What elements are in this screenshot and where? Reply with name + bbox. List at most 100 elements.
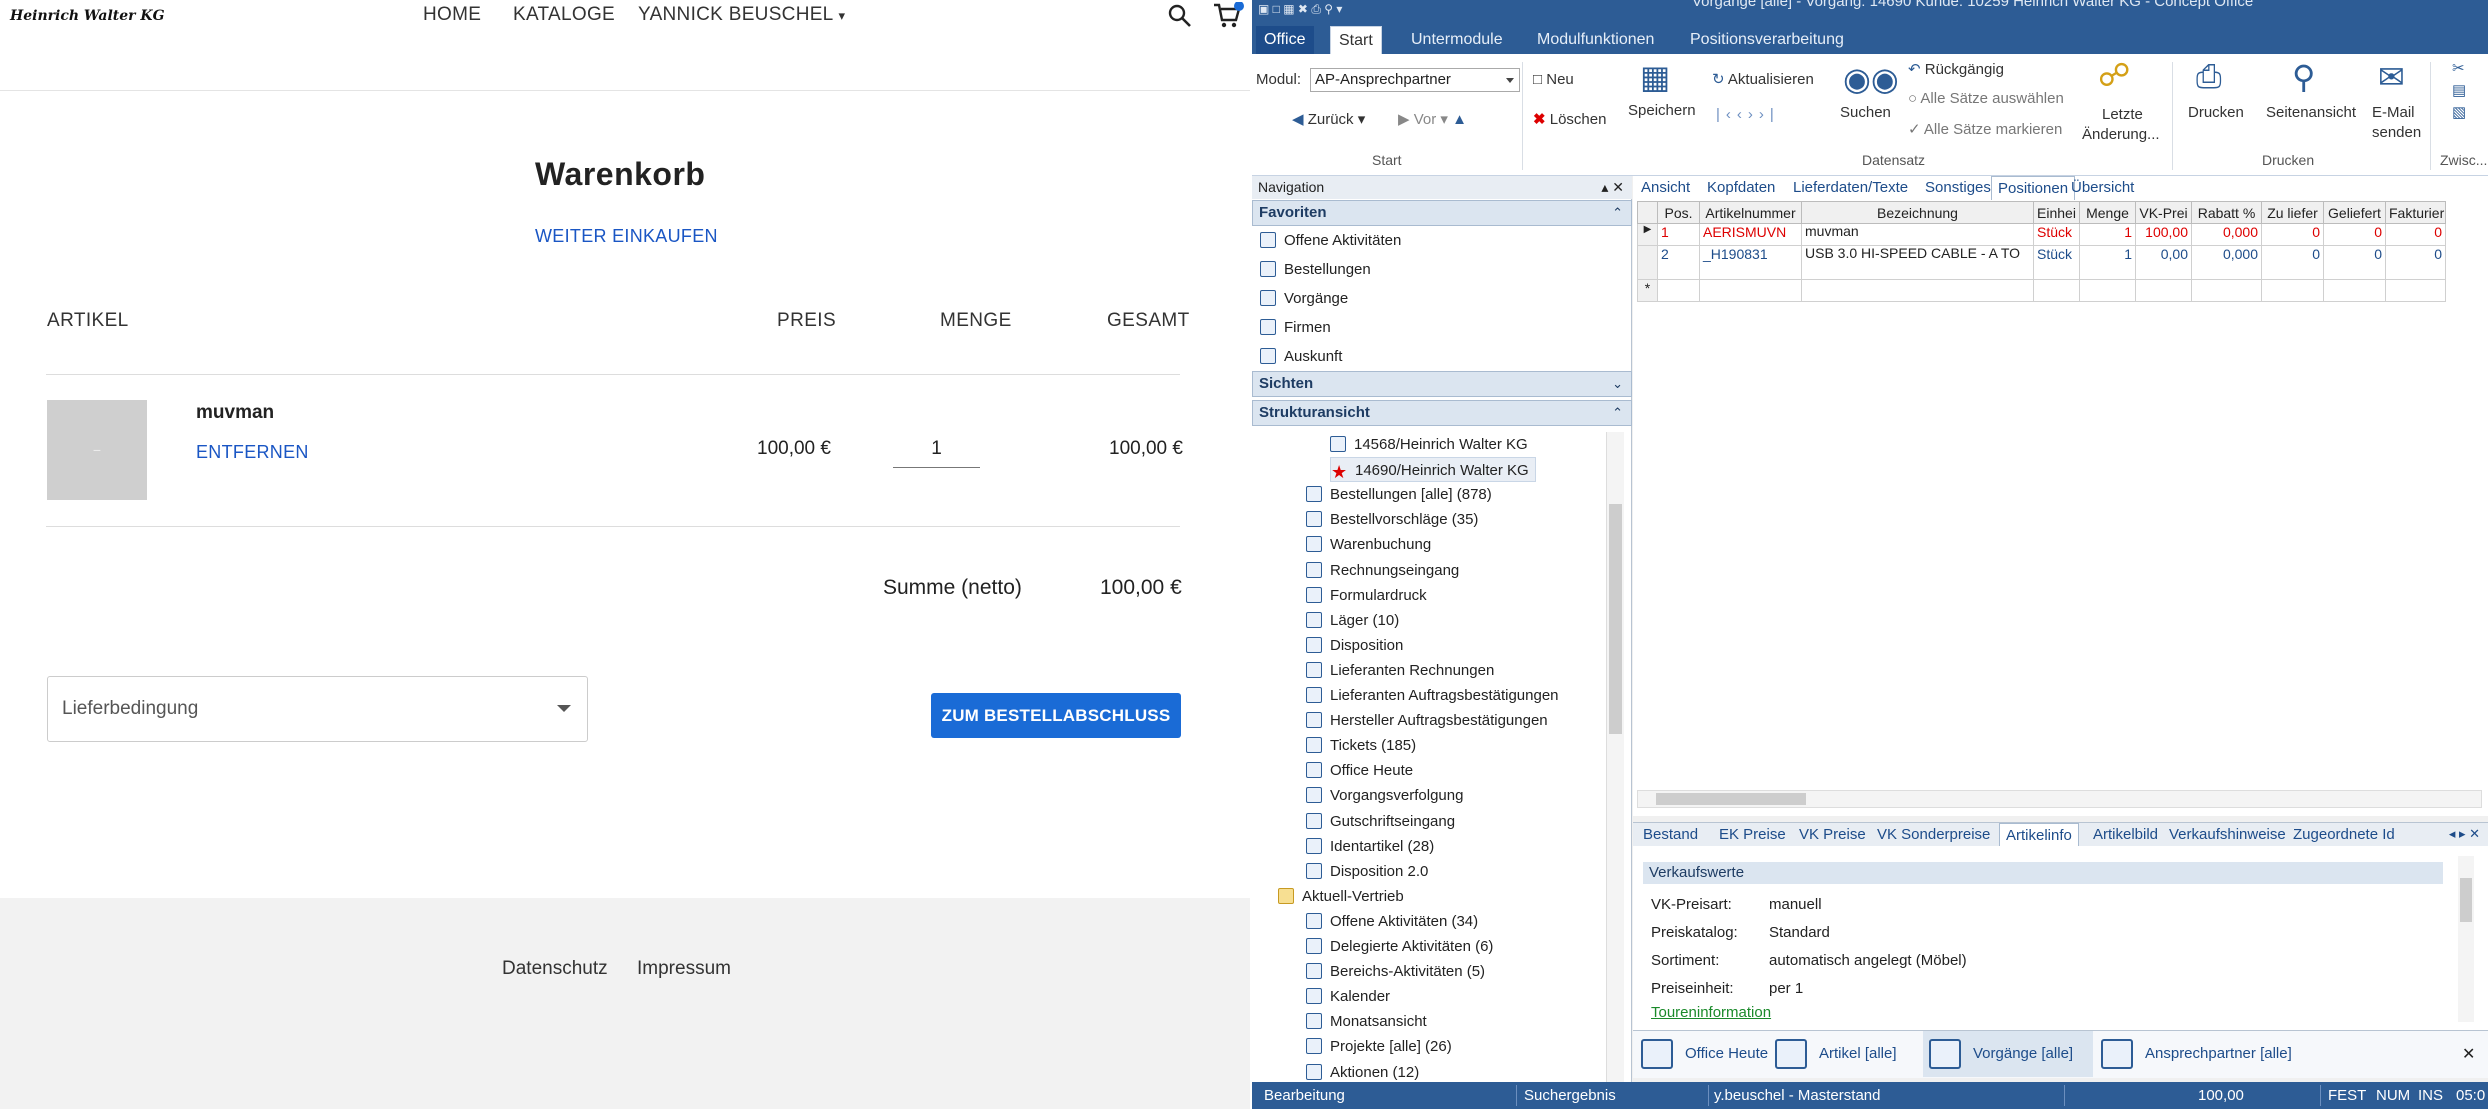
modul-select[interactable]: AP-Ansprechpartner [1310,68,1520,92]
grid-cell[interactable]: 0,000 [2191,223,2262,246]
nav-home[interactable]: HOME [423,4,481,26]
favorite-item[interactable]: Auskunft [1260,344,1342,369]
tab-untermodule[interactable]: Untermodule [1403,26,1511,54]
grid-cell[interactable]: 0 [2385,245,2446,280]
tree-item[interactable]: Rechnungseingang [1306,558,1459,583]
rueckgaengig-button[interactable]: ↶ Rückgängig [1908,60,2004,78]
pin-close-icon[interactable]: ▴ ✕ [1601,176,1624,199]
title-bar[interactable]: ▣ □ ▦ ✖ ⎙ ⚲ ▾ Vorgänge [alle] - Vorgang:… [1252,0,2488,22]
suchen-button[interactable]: Suchen [1840,104,1891,121]
product-thumbnail[interactable]: − [47,400,147,500]
grid-column-header[interactable]: Rabatt % [2191,201,2262,224]
info-tab-7[interactable]: Zugeordnete Id [2287,823,2401,847]
grid-cell[interactable]: 0,000 [2191,245,2262,280]
clipboard-icons[interactable]: ✂ ▤ ▧ [2452,58,2466,124]
grid-column-header[interactable]: Artikelnummer [1699,201,1802,224]
grid-column-header[interactable]: Fakturier [2385,201,2446,224]
grid-cell-empty[interactable] [2191,279,2262,302]
grid-cell[interactable]: muvman [1801,223,2034,246]
strukturansicht-section[interactable]: Strukturansicht ⌃ [1252,400,1632,426]
tree-item[interactable]: Hersteller Auftragsbestätigungen [1306,708,1548,733]
preview-icon[interactable]: ⚲ [2292,58,2315,96]
info-tab-2[interactable]: VK Preise [1793,823,1872,847]
drucken-button[interactable]: Drucken [2188,104,2244,121]
footer-privacy-link[interactable]: Datenschutz [502,958,608,980]
grid-cell-empty[interactable] [2323,279,2386,302]
delivery-condition-select[interactable]: Lieferbedingung [47,676,588,742]
grid-row[interactable]: ▶ 1 AERISMUVN muvman Stück 1 100,00 0,000 0 0 0 [1637,223,2446,246]
info-tab-1[interactable]: EK Preise [1713,823,1792,847]
tree-item[interactable]: ★ 14690/Heinrich Walter KG [1330,457,1536,483]
grid-cell[interactable]: _H190831 [1699,245,1802,280]
module-button-0[interactable]: Office Heute [1635,1031,1768,1077]
favorite-item[interactable]: Firmen [1260,315,1331,340]
grid-column-header[interactable]: Geliefert [2323,201,2386,224]
subtab-3[interactable]: Sonstiges [1919,176,1997,200]
alle-saetze-auswaehlen-button[interactable]: ○ Alle Sätze auswählen [1908,90,2064,107]
info-tab-3[interactable]: VK Sonderpreise [1871,823,1996,847]
subtab-4[interactable]: Positionen [1991,176,2076,200]
tree-item[interactable]: Offene Aktivitäten (34) [1306,909,1478,934]
binoculars-icon[interactable]: ◉◉ [1843,60,1899,98]
favoriten-section[interactable]: Favoriten ⌃ [1252,200,1632,226]
grid-cell-empty[interactable] [2033,279,2080,302]
grid-cell-empty[interactable] [2385,279,2446,302]
grid-cell[interactable]: 2 [1657,245,1700,280]
info-tab-0[interactable]: Bestand [1637,823,1704,847]
expand-icon[interactable]: ⌄ [1612,372,1623,396]
grid-column-header[interactable]: Bezeichnung [1801,201,2034,224]
tree-item[interactable]: Läger (10) [1306,608,1399,633]
quantity-input[interactable]: 1 [893,430,980,468]
module-button-3[interactable]: Ansprechpartner [alle] [2095,1031,2292,1077]
tree-item[interactable]: Disposition [1306,633,1403,658]
tree-item[interactable]: Warenbuchung [1306,532,1431,557]
subtab-2[interactable]: Lieferdaten/Texte [1787,176,1914,200]
scroll-thumb[interactable] [1609,504,1622,734]
grid-cell[interactable]: 0 [2261,223,2324,246]
grid-cell[interactable]: 0 [2323,223,2386,246]
email-1[interactable]: E-Mail [2372,104,2415,121]
grid-cell-empty[interactable] [2261,279,2324,302]
remove-item-link[interactable]: ENTFERNEN [196,442,309,463]
grid-column-header[interactable]: Zu liefer [2261,201,2324,224]
grid-cell[interactable]: 100,00 [2135,223,2192,246]
subtab-0[interactable]: Ansicht [1635,176,1696,200]
close-icon[interactable]: ✕ [2462,1044,2475,1064]
sichten-section[interactable]: Sichten ⌄ [1252,371,1632,397]
tree-item[interactable]: Kalender [1306,984,1390,1009]
row-selector[interactable]: ▶ [1637,223,1658,246]
tree-item[interactable]: Monatsansicht [1306,1009,1427,1034]
checkout-button[interactable]: ZUM BESTELLABSCHLUSS [931,693,1181,738]
tree-item[interactable]: Projekte [alle] (26) [1306,1034,1452,1059]
tree-item[interactable]: Delegierte Aktivitäten (6) [1306,934,1493,959]
collapse-icon[interactable]: ⌃ [1612,401,1623,425]
info-tab-5[interactable]: Artikelbild [2087,823,2164,847]
grid-cell[interactable]: 1 [1657,223,1700,246]
tab-office[interactable]: Office [1256,26,1314,54]
grid-cell-empty[interactable] [1657,279,1700,302]
vor-button[interactable]: ▶ Vor ▾ ▲ [1398,110,1467,128]
grid-column-header[interactable]: Menge [2079,201,2136,224]
printer-icon[interactable]: ⎙ [2196,58,2222,96]
search-icon[interactable] [1168,4,1192,28]
info-tab-4[interactable]: Artikelinfo [1999,823,2079,847]
tree-item[interactable]: Identartikel (28) [1306,834,1434,859]
favorite-item[interactable]: Bestellungen [1260,257,1371,282]
grid-cell[interactable]: AERISMUVN [1699,223,1802,246]
tab-positionsverarbeitung[interactable]: Positionsverarbeitung [1682,26,1852,54]
nav-user[interactable]: YANNICK BEUSCHEL ▾ [638,4,845,26]
tab-start[interactable]: Start [1330,26,1382,54]
grid-cell[interactable]: 0 [2323,245,2386,280]
tree-item[interactable]: Bestellvorschläge (35) [1306,507,1478,532]
grid-cell[interactable]: USB 3.0 HI-SPEED CABLE - A TO [1801,245,2034,280]
grid-cell[interactable]: 0 [2261,245,2324,280]
grid-cell-empty[interactable] [1801,279,2034,302]
tab-modulfunktionen[interactable]: Modulfunktionen [1529,26,1662,54]
cart-item-name[interactable]: muvman [196,402,274,424]
tree-item[interactable]: Formulardruck [1306,583,1427,608]
info-tab-6[interactable]: Verkaufshinweise [2163,823,2292,847]
tree-item[interactable]: Disposition 2.0 [1306,859,1428,884]
footer-imprint-link[interactable]: Impressum [637,958,731,980]
tree-item[interactable]: Gutschriftseingang [1306,809,1455,834]
tree-item[interactable]: Office Heute [1306,758,1413,783]
